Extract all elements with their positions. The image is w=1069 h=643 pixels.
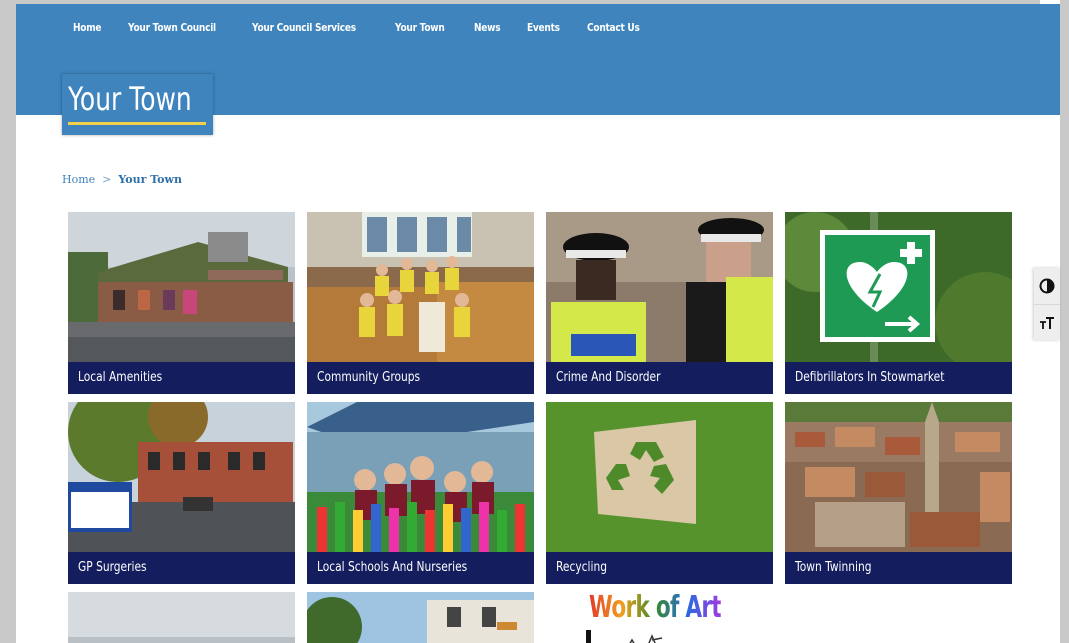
title-underline xyxy=(68,122,206,125)
nav-contact-us[interactable]: Contact Us xyxy=(587,22,640,34)
tile-label: GP Surgeries xyxy=(68,552,295,584)
tile-town-twinning[interactable]: Town Twinning xyxy=(785,402,1012,584)
tile-label: Local Amenities xyxy=(68,362,295,394)
town-photo xyxy=(785,402,1012,552)
tile-partial-1[interactable] xyxy=(68,592,295,643)
breadcrumb-current: Your Town xyxy=(118,173,182,186)
community-photo xyxy=(307,212,534,362)
tile-defibrillators[interactable]: Defibrillators In Stowmarket xyxy=(785,212,1012,394)
tile-label: Crime And Disorder xyxy=(546,362,773,394)
main-nav: Home Your Town Council Your Council Serv… xyxy=(73,22,670,34)
contrast-icon xyxy=(1039,278,1055,294)
work-of-art-logo: Work of Art xyxy=(589,592,722,625)
tile-partial-3[interactable]: Work of Art xyxy=(546,592,773,643)
recycling-photo xyxy=(546,402,773,552)
text-size-icon xyxy=(1040,316,1054,329)
page: Home Your Town Council Your Council Serv… xyxy=(16,4,1060,643)
nav-your-town-council[interactable]: Your Town Council xyxy=(128,22,216,34)
accessibility-toolbar xyxy=(1034,268,1060,340)
contrast-button[interactable] xyxy=(1034,268,1060,304)
page-title-box: Your Town xyxy=(62,74,213,135)
gp-photo xyxy=(68,402,295,552)
tile-label: Local Schools And Nurseries xyxy=(307,552,534,584)
nav-home[interactable]: Home xyxy=(73,22,102,34)
breadcrumb-separator: > xyxy=(102,173,112,186)
library-photo xyxy=(68,212,295,362)
text-size-button[interactable] xyxy=(1034,304,1060,340)
street-photo xyxy=(307,592,534,643)
tile-partial-2[interactable] xyxy=(307,592,534,643)
tile-recycling[interactable]: Recycling xyxy=(546,402,773,584)
tile-crime-and-disorder[interactable]: Crime And Disorder xyxy=(546,212,773,394)
tile-gp-surgeries[interactable]: GP Surgeries xyxy=(68,402,295,584)
breadcrumb-home[interactable]: Home xyxy=(62,173,95,186)
tile-label: Town Twinning xyxy=(785,552,1012,584)
nav-events[interactable]: Events xyxy=(527,22,560,34)
nav-your-town[interactable]: Your Town xyxy=(395,22,445,34)
tile-community-groups[interactable]: Community Groups xyxy=(307,212,534,394)
sky-photo xyxy=(68,592,295,643)
artwork-icon xyxy=(586,630,663,643)
tile-label: Recycling xyxy=(546,552,773,584)
scroll-corner xyxy=(1040,0,1060,4)
nav-your-council-services[interactable]: Your Council Services xyxy=(252,22,356,34)
nav-news[interactable]: News xyxy=(474,22,501,34)
police-photo xyxy=(546,212,773,362)
page-title: Your Town xyxy=(68,80,192,118)
breadcrumb: Home > Your Town xyxy=(62,173,182,186)
tile-label: Defibrillators In Stowmarket xyxy=(785,362,1012,394)
tile-label: Community Groups xyxy=(307,362,534,394)
defibrillator-photo xyxy=(785,212,1012,362)
tile-local-amenities[interactable]: Local Amenities xyxy=(68,212,295,394)
school-photo xyxy=(307,402,534,552)
tile-local-schools[interactable]: Local Schools And Nurseries xyxy=(307,402,534,584)
